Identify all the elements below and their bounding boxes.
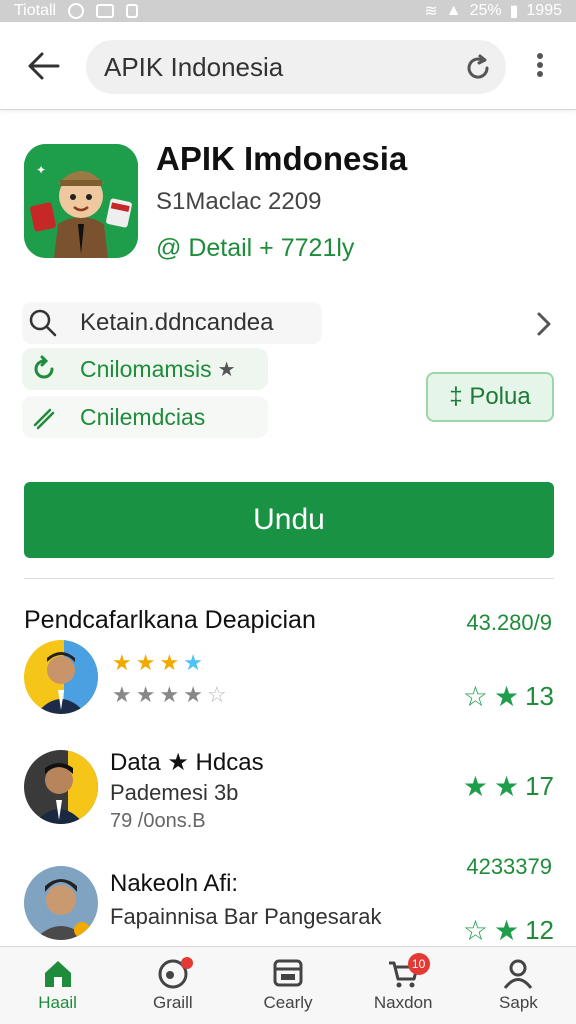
back-button[interactable] [24, 48, 64, 84]
nav-item-apps[interactable]: Cearly [230, 947, 345, 1024]
reviewer-name: Nakeoln Afi: [110, 870, 239, 897]
battery-percent: 25% [469, 2, 502, 19]
clock: 1995 [526, 2, 562, 19]
rating-stars-top: ★ ★ ★ ★ [112, 650, 203, 675]
review-text: Fapainnisa Bar Pangesarak [110, 904, 382, 929]
outline-star-icon: ☆ [462, 681, 488, 712]
reviews-count: 43.280/9 [466, 610, 552, 635]
green-star-icon: ★ [493, 681, 520, 712]
profile-icon [504, 959, 533, 989]
svg-text:✦: ✦ [36, 163, 46, 177]
nav-item-profile[interactable]: Sapk [461, 947, 576, 1024]
message-icon [96, 4, 115, 18]
review-item[interactable]: Nakeoln Afi: Fapainnisa Bar Pangesarak ☆… [24, 866, 554, 946]
review-meta: 79 /0ons.B [110, 810, 206, 832]
reload-button[interactable] [462, 52, 494, 84]
avatar [24, 640, 98, 714]
top-app-bar: APIK Indonesia [0, 22, 576, 110]
info-row-category[interactable]: Cnilemdcias [22, 396, 268, 438]
status-bar: Tiotall ≋ ▲ 25% ▮ 1995 [0, 0, 576, 22]
reload-icon [467, 54, 489, 79]
review-score: ☆ ★ 13 [462, 681, 554, 712]
more-dot-icon [537, 53, 543, 59]
avatar [24, 866, 98, 940]
app-developer: S1Maclac 2209 [156, 188, 322, 215]
nav-label: Haail [38, 993, 77, 1012]
install-button[interactable]: Undu [24, 482, 554, 558]
nav-item-cart[interactable]: 10 Naxdon [346, 947, 461, 1024]
search-input[interactable]: APIK Indonesia [104, 52, 283, 83]
nav-label: Naxdon [373, 993, 433, 1012]
nav-label: Sapk [499, 993, 538, 1012]
review-item[interactable]: ★ ★ ★ ★ ★ ★ ★ ★ ☆ ☆ ★ 13 [24, 640, 554, 720]
pen-icon [33, 408, 55, 430]
follow-button[interactable]: ‡ Polua [426, 372, 554, 422]
info-row-downloads[interactable]: Cnilomamsis ★ [22, 348, 268, 390]
more-options-button[interactable] [530, 50, 550, 86]
green-star-icon: ★ [493, 771, 520, 802]
info-row-search[interactable]: Ketain.ddncandea [22, 302, 322, 344]
app-icon: ✦ [24, 144, 138, 258]
bottom-navigation: Haail Graill Cearly 10 Naxdon Sapk [0, 946, 576, 1024]
reviews-title: Pendcafarlkana Deapician [24, 606, 316, 634]
review-text: Pademesi 3b [110, 780, 239, 805]
home-icon [44, 961, 71, 987]
avatar [24, 750, 98, 824]
info-row-downloads-label: Cnilomamsis [80, 355, 212, 382]
nav-label: Graill [152, 993, 193, 1012]
mascot-icon: ✦ [24, 144, 138, 258]
wifi-icon: ≋ [424, 3, 438, 20]
divider [24, 578, 554, 579]
review-item[interactable]: Data ★ Hdcas Pademesi 3b 79 /0ons.B ★ ★ … [24, 748, 554, 832]
nav-label: Cearly [263, 993, 313, 1012]
review-score: ★ ★ 17 [462, 771, 554, 802]
battery-icon: ▮ [509, 3, 519, 20]
green-star-icon: ★ [462, 771, 488, 802]
notification-icon [68, 3, 85, 19]
nav-item-games[interactable]: Graill [115, 947, 230, 1024]
green-star-icon: ★ [493, 915, 520, 946]
reviewer-name: Data ★ Hdcas [110, 749, 264, 776]
signal-icon: ▲ [445, 2, 462, 19]
app-title: APIK Imdonesia [156, 140, 408, 177]
notification-dot [181, 957, 194, 969]
rating-stars-bottom: ★ ★ ★ ★ ☆ [112, 682, 227, 707]
back-arrow-icon [28, 52, 60, 80]
star-icon: ★ [217, 358, 236, 381]
info-row-category-label: Cnilemdcias [80, 403, 206, 430]
carrier-label: Tiotall [14, 2, 57, 19]
review-score: ☆ ★ 12 [462, 915, 554, 946]
app-detail-link[interactable]: @ Detail + 7721ly [156, 234, 354, 263]
chevron-right-icon[interactable] [534, 310, 554, 338]
search-icon [29, 309, 57, 337]
phone-icon [126, 4, 139, 18]
nav-item-home[interactable]: Haail [0, 947, 115, 1024]
apps-icon [273, 959, 303, 987]
refresh-green-icon [34, 355, 54, 379]
outline-star-icon: ☆ [462, 915, 488, 946]
search-field[interactable]: APIK Indonesia [86, 40, 506, 94]
info-row-search-label: Ketain.ddncandea [80, 309, 274, 336]
cart-badge: 10 [407, 953, 430, 975]
